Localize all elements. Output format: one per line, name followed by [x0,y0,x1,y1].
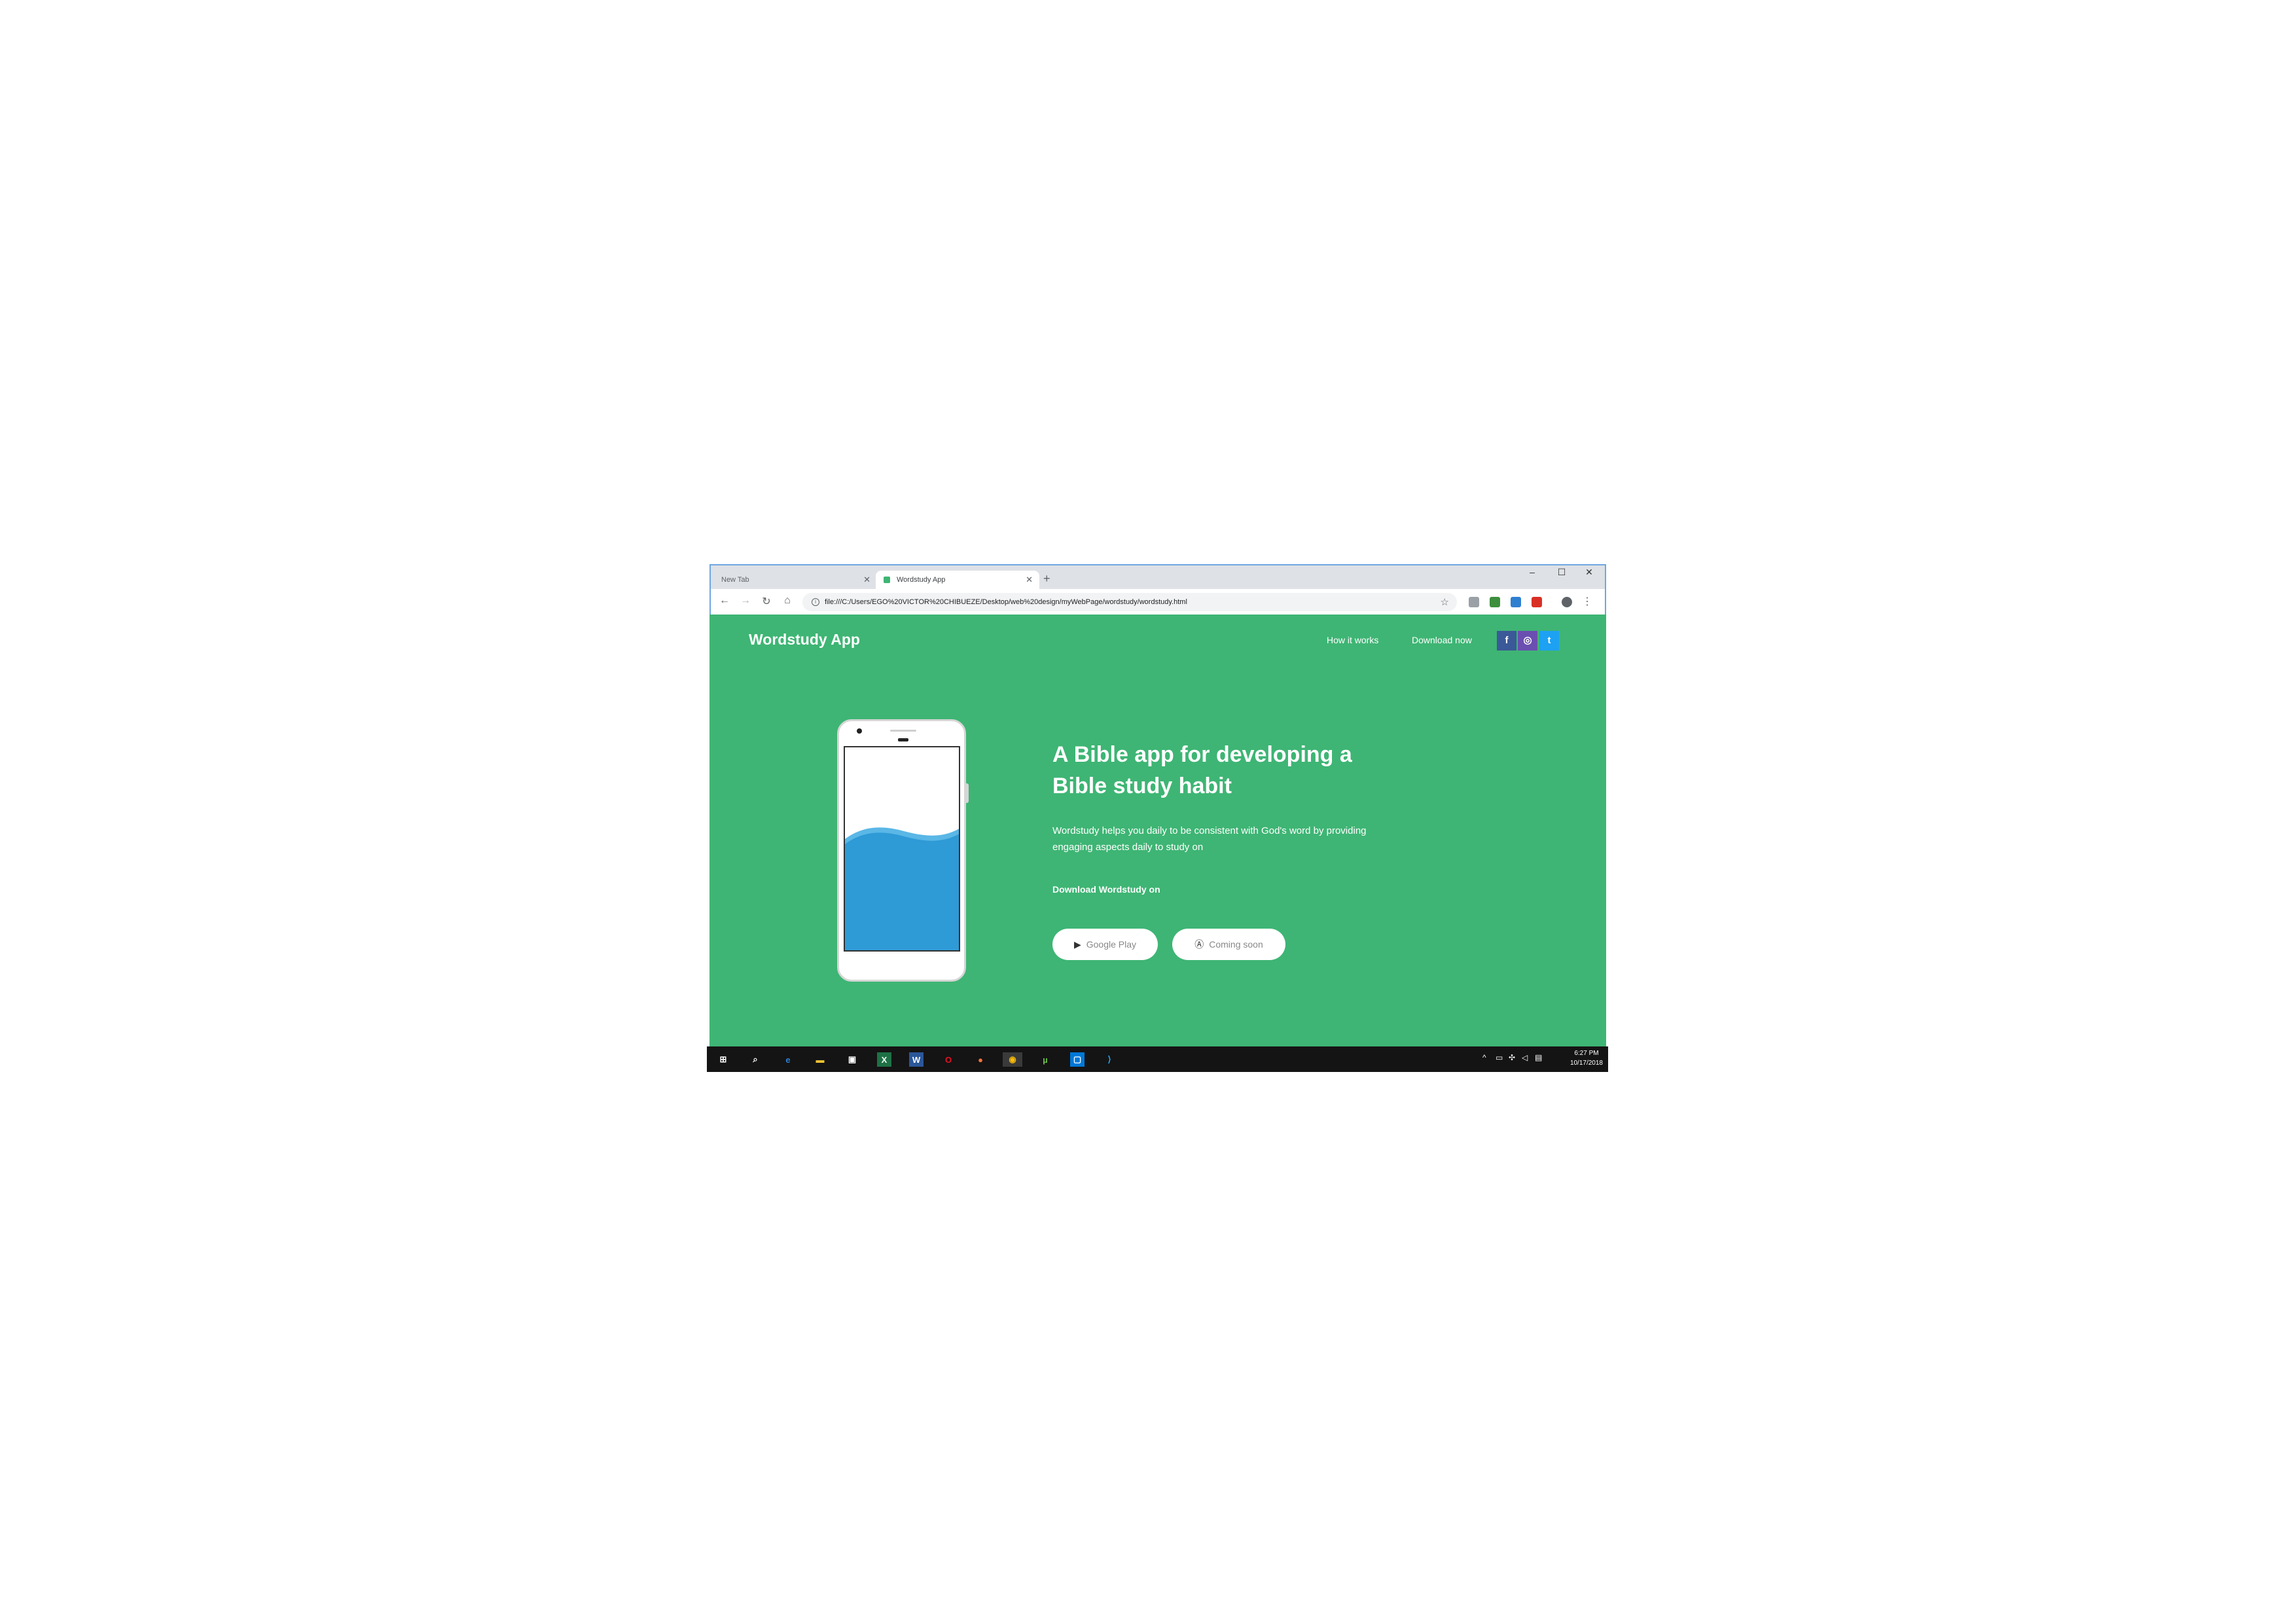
clock-time: 6:27 PM [1574,1050,1599,1057]
coming-soon-label: Coming soon [1209,939,1263,950]
facebook-icon[interactable]: f [1497,631,1516,651]
extension-pdf-icon[interactable] [1532,597,1542,607]
tab-wordstudy[interactable]: Wordstudy App ✕ [876,571,1039,589]
windows-taskbar: ⊞ ⌕ e ▬ ▣ X W O ● ◉ µ ▢ ⟩ ^ ▭ ✣ ◁ ▤ 6:27… [707,1037,1608,1072]
tab-label: New Tab [721,576,749,584]
reload-icon[interactable]: ↻ [759,595,774,608]
tab-new-tab[interactable]: New Tab ✕ [713,571,877,589]
close-tab-icon[interactable]: ✕ [863,575,870,585]
file-explorer-icon[interactable]: ▬ [813,1052,827,1067]
phone-screen [844,746,960,952]
store-icon[interactable]: ▣ [845,1052,859,1067]
tray-chevron-icon[interactable]: ^ [1482,1053,1486,1062]
phone-side-button [966,783,969,803]
clock-date: 10/17/2018 [1570,1060,1603,1067]
phone-mockup [837,719,969,982]
headline-line-1: A Bible app for developing a [1052,742,1352,767]
hero-headline: A Bible app for developing a Bible study… [1052,739,1419,802]
word-icon[interactable]: W [909,1052,924,1067]
browser-toolbar: ← → ↻ ⌂ i file:///C:/Users/EGO%20VICTOR%… [711,589,1605,616]
twitter-icon[interactable]: t [1539,631,1559,651]
new-tab-button[interactable]: + [1043,572,1050,586]
search-icon[interactable]: ⌕ [748,1052,762,1067]
utorrent-icon[interactable]: µ [1038,1052,1052,1067]
coming-soon-button[interactable]: Ⓐ Coming soon [1172,929,1285,960]
instagram-icon[interactable]: ◎ [1518,631,1537,651]
tray-battery-icon[interactable]: ▭ [1496,1053,1503,1062]
nav-how-it-works[interactable]: How it works [1327,635,1378,645]
wave-illustration [845,827,959,950]
site-brand[interactable]: Wordstudy App [749,631,860,649]
firefox-icon[interactable]: ● [973,1052,988,1067]
screenshot: New Tab ✕ Wordstudy App ✕ + – ☐ ✕ ← → ↻ … [707,564,1608,1072]
minimize-button[interactable]: – [1519,567,1545,577]
back-icon[interactable]: ← [717,595,732,607]
tray-volume-icon[interactable]: ◁ [1522,1053,1528,1062]
excel-icon[interactable]: X [877,1052,891,1067]
extension-green-icon[interactable] [1490,597,1500,607]
start-icon[interactable]: ⊞ [716,1052,730,1067]
taskbar-clock[interactable]: 6:27 PM 10/17/2018 [1570,1048,1603,1068]
app-store-icon: Ⓐ [1194,939,1204,950]
download-label: Download Wordstudy on [1052,884,1160,895]
phone-camera [857,728,862,734]
menu-kebab-icon[interactable]: ⋮ [1580,595,1594,608]
phone-speaker [890,730,916,732]
edge-icon[interactable]: e [781,1052,795,1067]
maximize-button[interactable]: ☐ [1549,567,1575,578]
home-icon[interactable]: ⌂ [780,595,795,607]
tab-label: Wordstudy App [897,576,946,584]
subtext-line-1: Wordstudy helps you daily to be consiste… [1052,825,1367,836]
google-play-label: Google Play [1086,939,1137,950]
extension-shield-icon[interactable] [1469,597,1479,607]
address-bar[interactable]: i file:///C:/Users/EGO%20VICTOR%20CHIBUE… [802,593,1457,611]
headline-line-2: Bible study habit [1052,774,1232,798]
extension-blue-icon[interactable] [1511,597,1521,607]
url-text: file:///C:/Users/EGO%20VICTOR%20CHIBUEZE… [825,598,1187,606]
tray-notification-icon[interactable]: ▤ [1535,1053,1542,1062]
google-play-button[interactable]: ▶ Google Play [1052,929,1158,960]
opera-icon[interactable]: O [941,1052,956,1067]
profile-avatar-icon[interactable] [1562,597,1572,607]
phone-sensor [898,738,908,741]
forward-icon[interactable]: → [738,595,753,607]
vscode-icon[interactable]: ⟩ [1102,1052,1117,1067]
favicon-icon [884,577,890,583]
tab-strip: New Tab ✕ Wordstudy App ✕ + – ☐ ✕ [711,565,1605,589]
nav-download-now[interactable]: Download now [1412,635,1472,645]
tray-network-icon[interactable]: ✣ [1509,1053,1515,1062]
chrome-icon[interactable]: ◉ [1003,1052,1022,1067]
google-play-icon: ▶ [1073,938,1081,950]
browser-window: New Tab ✕ Wordstudy App ✕ + – ☐ ✕ ← → ↻ … [709,564,1606,616]
bookmark-star-icon[interactable]: ☆ [1441,596,1449,608]
web-page: Wordstudy App How it works Download now … [709,615,1606,1046]
close-tab-icon[interactable]: ✕ [1026,575,1033,585]
app-icon[interactable]: ▢ [1070,1052,1085,1067]
subtext-line-2: engaging aspects daily to study on [1052,842,1204,853]
close-window-button[interactable]: ✕ [1576,567,1602,578]
info-icon[interactable]: i [812,598,819,606]
hero-subtext: Wordstudy helps you daily to be consiste… [1052,823,1458,855]
